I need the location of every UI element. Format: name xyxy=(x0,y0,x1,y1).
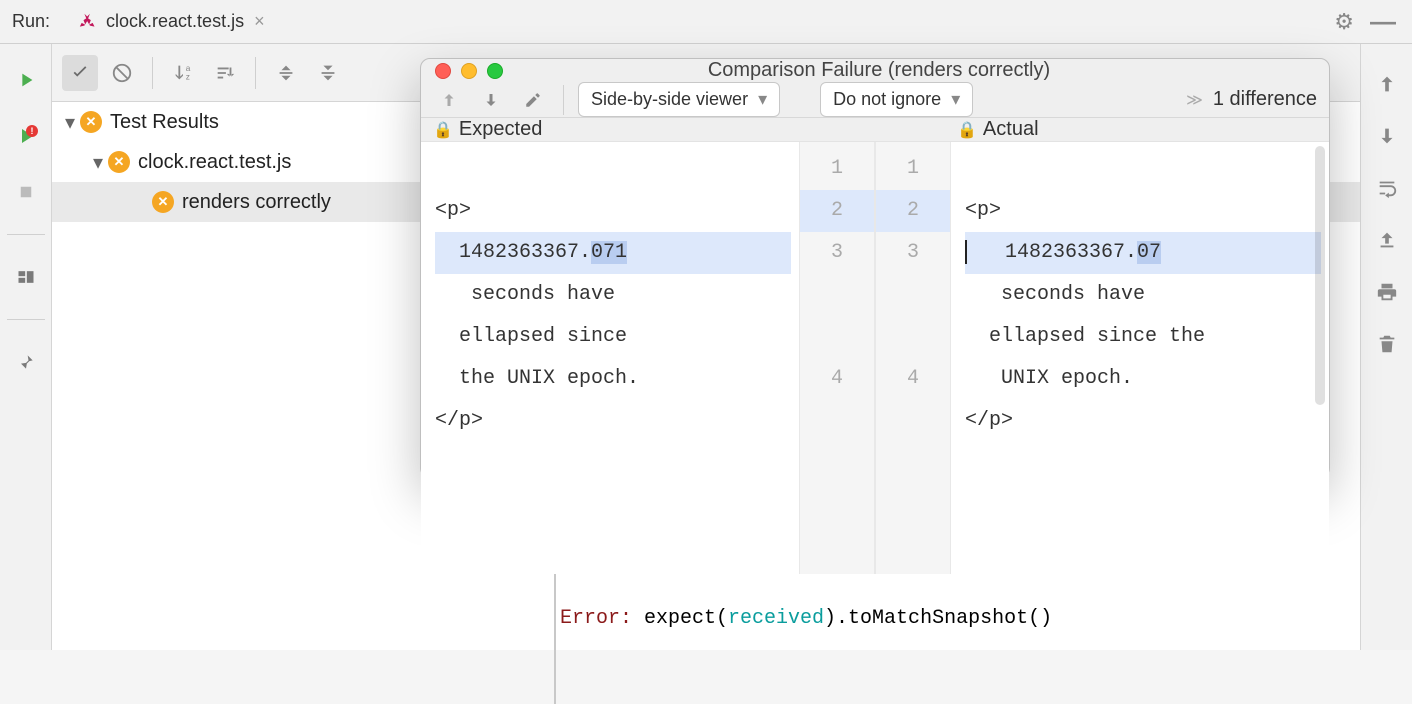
chevron-down-icon: ▾ xyxy=(951,89,960,110)
window-min-icon[interactable] xyxy=(461,63,477,79)
left-action-gutter: ! xyxy=(0,44,52,650)
code-line: the UNIX epoch. xyxy=(435,358,791,400)
minimize-icon[interactable]: — xyxy=(1362,6,1404,37)
print-icon[interactable] xyxy=(1373,278,1401,306)
show-passed-toggle[interactable] xyxy=(62,55,98,91)
dialog-titlebar: Comparison Failure (renders correctly) xyxy=(421,59,1329,82)
expected-header: Expected xyxy=(459,118,542,141)
status-fail-icon xyxy=(108,151,130,173)
expected-code[interactable]: <p> 1482363367.071 seconds have ellapsed… xyxy=(421,142,799,574)
tree-twistie-icon[interactable]: ▾ xyxy=(60,110,80,135)
sort-duration-icon[interactable] xyxy=(207,55,243,91)
code-line: 1482363367.07 xyxy=(965,232,1321,274)
error-keyword: Error: xyxy=(560,607,632,630)
next-diff-icon[interactable] xyxy=(475,84,507,116)
error-text: expect( xyxy=(632,607,728,630)
run-config-tab-label: clock.react.test.js xyxy=(106,11,244,32)
code-line: <p> xyxy=(435,190,791,232)
window-zoom-icon[interactable] xyxy=(487,63,503,79)
code-line: </p> xyxy=(965,400,1321,442)
status-fail-icon xyxy=(152,191,174,213)
run-tab-bar: Run: clock.react.test.js × ⚙ — xyxy=(0,0,1412,44)
sort-alpha-icon[interactable]: az xyxy=(165,55,201,91)
run-config-tab[interactable]: clock.react.test.js × xyxy=(68,5,275,39)
tree-root-label: Test Results xyxy=(110,111,219,134)
close-tab-icon[interactable]: × xyxy=(254,11,265,32)
code-line: 1482363367.071 xyxy=(435,232,791,274)
nav-up-icon[interactable] xyxy=(1373,70,1401,98)
diff-count-label: 1 difference xyxy=(1213,88,1317,111)
error-received: received xyxy=(728,607,824,630)
window-close-icon[interactable] xyxy=(435,63,451,79)
scrollbar[interactable] xyxy=(1315,146,1325,405)
wrap-icon[interactable] xyxy=(1373,174,1401,202)
line-gutter-right: 1 2 3 4 xyxy=(875,142,951,574)
code-line: ellapsed since the xyxy=(965,316,1321,358)
code-line: ellapsed since xyxy=(435,316,791,358)
right-action-gutter xyxy=(1360,44,1412,650)
code-line: seconds have xyxy=(435,274,791,316)
chevron-right-icon: ≫ xyxy=(1186,90,1203,110)
jest-icon xyxy=(78,11,100,33)
diff-code-area: <p> 1482363367.071 seconds have ellapsed… xyxy=(421,141,1329,574)
stop-icon[interactable] xyxy=(12,178,40,206)
edit-icon[interactable] xyxy=(517,84,549,116)
prev-diff-icon[interactable] xyxy=(433,84,465,116)
error-text: ).toMatchSnapshot() xyxy=(824,607,1052,630)
dialog-title: Comparison Failure (renders correctly) xyxy=(513,59,1245,82)
tree-file-label: clock.react.test.js xyxy=(138,151,291,174)
svg-text:z: z xyxy=(186,72,190,81)
run-label: Run: xyxy=(8,11,50,32)
viewer-mode-dropdown[interactable]: Side-by-side viewer ▾ xyxy=(578,82,780,117)
diff-headers: 🔒 Expected 🔒 Actual xyxy=(421,118,1329,141)
settings-gear-icon[interactable]: ⚙ xyxy=(1326,9,1362,35)
rerun-failed-icon[interactable]: ! xyxy=(12,122,40,150)
lock-icon: 🔒 xyxy=(433,120,453,140)
tree-test-label: renders correctly xyxy=(182,191,331,214)
show-ignored-toggle[interactable] xyxy=(104,55,140,91)
run-play-icon[interactable] xyxy=(12,66,40,94)
nav-down-icon[interactable] xyxy=(1373,122,1401,150)
line-gutter-left: 1 2 3 4 xyxy=(799,142,875,574)
window-traffic-lights xyxy=(435,63,503,79)
actual-header: Actual xyxy=(983,118,1039,141)
chevron-down-icon: ▾ xyxy=(758,89,767,110)
diff-count: ≫ 1 difference xyxy=(1186,88,1317,111)
viewer-mode-label: Side-by-side viewer xyxy=(591,89,748,110)
trash-icon[interactable] xyxy=(1373,330,1401,358)
collapse-all-icon[interactable] xyxy=(310,55,346,91)
code-line: </p> xyxy=(435,400,791,442)
text-caret xyxy=(965,240,967,264)
tree-twistie-icon[interactable]: ▾ xyxy=(88,150,108,175)
comparison-dialog: Comparison Failure (renders correctly) S… xyxy=(420,58,1330,478)
expand-all-icon[interactable] xyxy=(268,55,304,91)
dialog-toolbar: Side-by-side viewer ▾ Do not ignore ▾ ≫ … xyxy=(421,82,1329,118)
layout-icon[interactable] xyxy=(12,263,40,291)
code-line: UNIX epoch. xyxy=(965,358,1321,400)
ignore-mode-label: Do not ignore xyxy=(833,89,941,110)
status-fail-icon xyxy=(80,111,102,133)
code-line: seconds have xyxy=(965,274,1321,316)
export-icon[interactable] xyxy=(1373,226,1401,254)
svg-text:!: ! xyxy=(30,126,33,136)
actual-code[interactable]: <p> 1482363367.07 seconds have ellapsed … xyxy=(951,142,1329,574)
code-line: <p> xyxy=(965,190,1321,232)
pin-icon[interactable] xyxy=(12,348,40,376)
lock-icon: 🔒 xyxy=(957,120,977,140)
ignore-mode-dropdown[interactable]: Do not ignore ▾ xyxy=(820,82,973,117)
